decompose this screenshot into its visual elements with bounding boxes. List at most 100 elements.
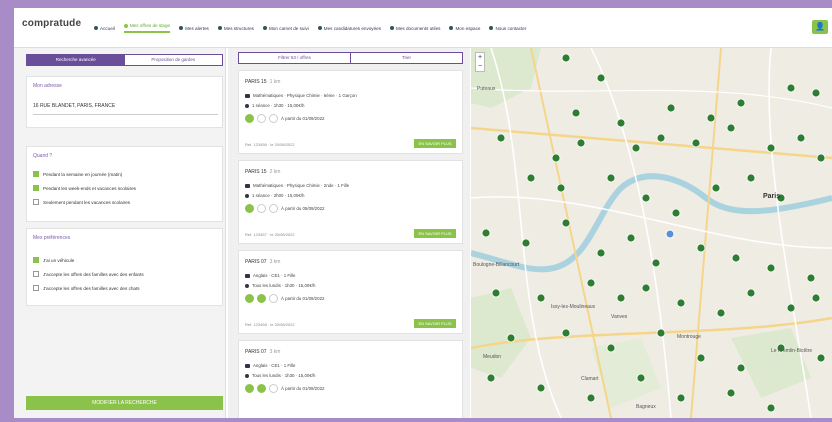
pref-option-vehicle[interactable]: J'ai un véhicule bbox=[33, 257, 74, 263]
map-marker-icon[interactable] bbox=[526, 173, 536, 183]
more-info-button[interactable]: EN SAVOIR PLUS bbox=[414, 319, 456, 328]
nav-item-documents[interactable]: Mes documents utiles bbox=[390, 23, 440, 33]
sort-button[interactable]: Trier bbox=[350, 53, 462, 63]
map-marker-icon[interactable] bbox=[586, 278, 596, 288]
map-marker-icon[interactable] bbox=[586, 393, 596, 403]
map-marker-icon[interactable] bbox=[811, 293, 821, 303]
nav-item-offers[interactable]: Mes offres de stage bbox=[123, 23, 171, 33]
map-marker-icon[interactable] bbox=[596, 248, 606, 258]
map-marker-icon[interactable] bbox=[786, 83, 796, 93]
map-marker-icon[interactable] bbox=[616, 118, 626, 128]
map-marker-icon[interactable] bbox=[561, 53, 571, 63]
map-marker-icon[interactable] bbox=[766, 263, 776, 273]
account-button[interactable]: 👤 bbox=[812, 20, 828, 34]
map-marker-icon[interactable] bbox=[561, 328, 571, 338]
offer-card[interactable]: PARIS 15 2 km Mathématiques · Physique Ch… bbox=[238, 160, 463, 244]
map-marker-icon[interactable] bbox=[481, 228, 491, 238]
map-marker-icon[interactable] bbox=[726, 388, 736, 398]
nav-item-home[interactable]: Accueil bbox=[94, 23, 115, 33]
map-marker-icon[interactable] bbox=[736, 363, 746, 373]
map-marker-icon[interactable] bbox=[796, 133, 806, 143]
more-info-button[interactable]: EN SAVOIR PLUS bbox=[414, 229, 456, 238]
when-option-weekends[interactable]: Pendant les week-ends et vacances scolai… bbox=[33, 185, 136, 191]
tab-advanced-search[interactable]: Recherche avancée bbox=[27, 55, 125, 65]
offer-card[interactable]: PARIS 07 3 km Anglais · CE1 · 1 Fille Tou… bbox=[238, 340, 463, 418]
checkbox-checked[interactable] bbox=[33, 257, 39, 263]
map-marker-icon[interactable] bbox=[521, 238, 531, 248]
map-marker-icon[interactable] bbox=[811, 88, 821, 98]
map-marker-icon[interactable] bbox=[731, 253, 741, 263]
map-marker-icon[interactable] bbox=[766, 143, 776, 153]
map-marker-icon[interactable] bbox=[596, 73, 606, 83]
filter-button[interactable]: Filtrer 53 / offres bbox=[239, 53, 350, 63]
map-marker-icon[interactable] bbox=[716, 308, 726, 318]
map-marker-icon[interactable] bbox=[641, 193, 651, 203]
checkbox-checked[interactable] bbox=[33, 185, 39, 191]
checkbox-unchecked[interactable] bbox=[33, 199, 39, 205]
tab-proposals[interactable]: Proposition de gardes bbox=[124, 55, 222, 65]
map-marker-icon[interactable] bbox=[786, 303, 796, 313]
zoom-in-button[interactable]: + bbox=[476, 53, 484, 62]
pref-option-children[interactable]: J'accepte les offres des familles avec d… bbox=[33, 271, 144, 277]
logo[interactable]: compratude bbox=[22, 18, 81, 30]
map-marker-icon[interactable] bbox=[726, 123, 736, 133]
map-marker-icon[interactable] bbox=[676, 393, 686, 403]
checkbox-checked[interactable] bbox=[33, 171, 39, 177]
map-marker-icon[interactable] bbox=[491, 288, 501, 298]
checkbox-unchecked[interactable] bbox=[33, 285, 39, 291]
map-marker-icon[interactable] bbox=[806, 273, 816, 283]
checkbox-unchecked[interactable] bbox=[33, 271, 39, 277]
map-marker-icon[interactable] bbox=[506, 333, 516, 343]
map-marker-icon[interactable] bbox=[551, 153, 561, 163]
map-marker-icon[interactable] bbox=[616, 293, 626, 303]
map-marker-icon[interactable] bbox=[536, 293, 546, 303]
nav-item-space[interactable]: Mon espace bbox=[449, 23, 480, 33]
address-input[interactable]: 16 RUE BLANDET, PARIS, FRANCE bbox=[33, 103, 218, 115]
offer-card[interactable]: PARIS 07 3 km Anglais · CE1 · 1 Fille Tou… bbox=[238, 250, 463, 334]
map-marker-icon[interactable] bbox=[641, 283, 651, 293]
map-marker-icon[interactable] bbox=[606, 343, 616, 353]
map-marker-icon[interactable] bbox=[816, 153, 826, 163]
map-marker-icon[interactable] bbox=[766, 403, 776, 413]
modify-search-button[interactable]: MODIFIER LA RECHERCHE bbox=[26, 396, 223, 410]
map-marker-icon[interactable] bbox=[536, 383, 546, 393]
map-marker-icon[interactable] bbox=[691, 138, 701, 148]
map-marker-icon[interactable] bbox=[656, 328, 666, 338]
map-view[interactable]: + − Paris Puteaux Boulogne-Billancourt I… bbox=[471, 48, 832, 418]
pref-option-cats[interactable]: J'accepte les offres des familles avec d… bbox=[33, 285, 140, 291]
map-marker-icon[interactable] bbox=[576, 138, 586, 148]
map-marker-icon[interactable] bbox=[706, 113, 716, 123]
map-marker-icon[interactable] bbox=[746, 288, 756, 298]
map-marker-icon[interactable] bbox=[656, 133, 666, 143]
map-marker-icon[interactable] bbox=[696, 353, 706, 363]
map-marker-icon[interactable] bbox=[626, 233, 636, 243]
map-marker-icon[interactable] bbox=[486, 373, 496, 383]
map-marker-icon[interactable] bbox=[746, 173, 756, 183]
briefcase-icon bbox=[123, 23, 128, 28]
offer-card[interactable]: PARIS 15 1 km Mathématiques · Physique Ch… bbox=[238, 70, 463, 154]
nav-item-structures[interactable]: Mes structures bbox=[217, 23, 254, 33]
map-marker-icon[interactable] bbox=[696, 243, 706, 253]
nav-item-alerts[interactable]: Mes alertes bbox=[179, 23, 209, 33]
map-marker-icon[interactable] bbox=[571, 108, 581, 118]
when-option-holidays[interactable]: Seulement pendant les vacances scolaires bbox=[33, 199, 130, 205]
map-marker-icon[interactable] bbox=[671, 208, 681, 218]
map-marker-icon[interactable] bbox=[666, 103, 676, 113]
map-marker-icon[interactable] bbox=[736, 98, 746, 108]
nav-item-contact[interactable]: Nous contacter bbox=[489, 23, 526, 33]
nav-item-tracking[interactable]: Mon carnet de suivi bbox=[262, 23, 309, 33]
map-marker-icon[interactable] bbox=[606, 173, 616, 183]
map-marker-icon[interactable] bbox=[496, 133, 506, 143]
map-marker-icon[interactable] bbox=[556, 183, 566, 193]
zoom-out-button[interactable]: − bbox=[476, 62, 484, 71]
map-marker-icon[interactable] bbox=[651, 258, 661, 268]
map-marker-icon[interactable] bbox=[816, 353, 826, 363]
map-marker-icon[interactable] bbox=[561, 218, 571, 228]
when-option-weekdays[interactable]: Pendant la semaine en journée (matin) bbox=[33, 171, 122, 177]
more-info-button[interactable]: EN SAVOIR PLUS bbox=[414, 139, 456, 148]
map-marker-icon[interactable] bbox=[711, 183, 721, 193]
map-marker-icon[interactable] bbox=[631, 143, 641, 153]
nav-item-applications[interactable]: Mes candidatures envoyées bbox=[317, 23, 381, 33]
map-marker-icon[interactable] bbox=[676, 298, 686, 308]
map-marker-icon[interactable] bbox=[636, 373, 646, 383]
